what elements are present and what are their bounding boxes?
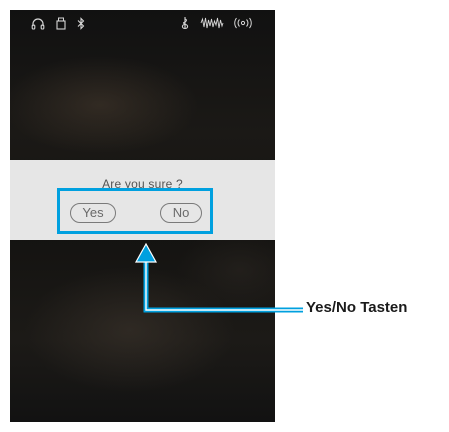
callout-arrow — [134, 242, 303, 313]
callout-label: Yes/No Tasten — [306, 299, 408, 316]
